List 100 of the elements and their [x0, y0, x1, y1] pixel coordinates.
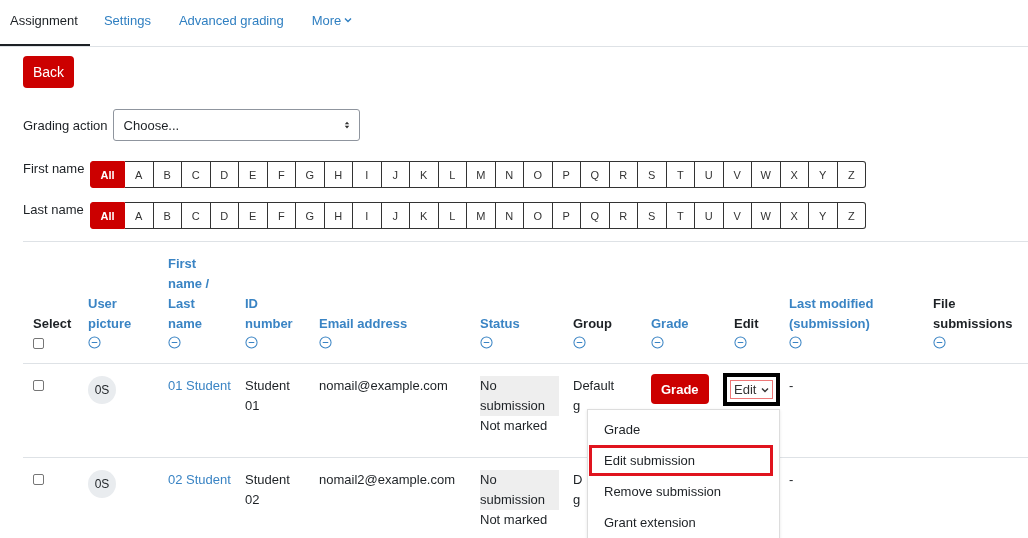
group-name: g: [573, 491, 581, 509]
initial-filter-button[interactable]: H: [324, 202, 353, 229]
row-checkbox[interactable]: [33, 380, 44, 391]
last-modified: -: [789, 378, 794, 393]
initial-filter-button[interactable]: Y: [809, 202, 838, 229]
initial-filter-button[interactable]: Z: [837, 202, 866, 229]
initial-filter-button[interactable]: Z: [837, 161, 866, 188]
column-sort-link[interactable]: Last modified (submission): [789, 294, 919, 334]
initial-filter-button[interactable]: I: [353, 202, 382, 229]
collapse-icon[interactable]: [573, 336, 586, 349]
initial-filter-button[interactable]: O: [524, 202, 553, 229]
initial-filter-button[interactable]: E: [239, 202, 268, 229]
column-sort-link[interactable]: Email address: [319, 314, 408, 334]
initial-filter-button[interactable]: I: [353, 161, 382, 188]
initial-filter-button[interactable]: D: [210, 202, 239, 229]
initial-filter-button[interactable]: S: [638, 202, 667, 229]
collapse-icon[interactable]: [88, 336, 101, 349]
initial-filter-button[interactable]: Q: [581, 161, 610, 188]
nav-tab[interactable]: Advanced grading: [164, 0, 298, 46]
student-name-link[interactable]: 02 Student: [168, 472, 231, 487]
initial-filter-button[interactable]: P: [552, 202, 581, 229]
nav-tab[interactable]: Settings: [89, 0, 165, 46]
initial-filter-button[interactable]: G: [296, 161, 325, 188]
initial-filter-button[interactable]: M: [467, 161, 496, 188]
initial-filter-button[interactable]: X: [780, 202, 809, 229]
initial-filter-button[interactable]: X: [780, 161, 809, 188]
initial-filter-button[interactable]: R: [609, 161, 638, 188]
menu-item[interactable]: Remove submission: [588, 476, 773, 507]
initial-filter-button[interactable]: U: [695, 161, 724, 188]
grade-button[interactable]: Grade: [651, 374, 709, 404]
initial-filter-button[interactable]: N: [495, 202, 524, 229]
initial-filter-button[interactable]: M: [467, 202, 496, 229]
grading-status: Not marked: [480, 417, 548, 435]
menu-item[interactable]: Edit submission: [589, 445, 773, 476]
row-checkbox[interactable]: [33, 474, 44, 485]
initial-filter-button[interactable]: U: [695, 202, 724, 229]
initial-filter-button[interactable]: All: [90, 161, 125, 188]
column-sort-link[interactable]: First name / Last name: [168, 254, 231, 334]
initial-filter-button[interactable]: L: [438, 202, 467, 229]
nav-tab[interactable]: More: [297, 0, 367, 46]
student-name-link[interactable]: 01 Student: [168, 378, 231, 393]
collapse-icon[interactable]: [319, 336, 332, 349]
collapse-icon[interactable]: [933, 336, 946, 349]
initial-filter-button[interactable]: V: [723, 202, 752, 229]
column-sort-link[interactable]: Grade: [651, 314, 689, 334]
nav-tab[interactable]: Assignment: [0, 0, 90, 46]
caret-icon: [344, 17, 353, 23]
initial-filter-button[interactable]: J: [381, 161, 410, 188]
filter-label: Last name: [23, 202, 85, 217]
collapse-icon[interactable]: [168, 336, 181, 349]
initial-filter-button[interactable]: C: [182, 161, 211, 188]
grading-status: Not marked: [480, 511, 548, 529]
column-sort-link[interactable]: Status: [480, 314, 520, 334]
initial-filter-button[interactable]: All: [90, 202, 125, 229]
collapse-icon[interactable]: [651, 336, 664, 349]
caret-icon: [761, 386, 770, 393]
initial-filter-button[interactable]: R: [609, 202, 638, 229]
initial-filter-button[interactable]: S: [638, 161, 667, 188]
initial-filter-button[interactable]: D: [210, 161, 239, 188]
user-avatar: 0S: [88, 376, 116, 404]
initial-filter-button[interactable]: B: [153, 161, 182, 188]
back-button[interactable]: Back: [23, 56, 75, 88]
select-all-checkbox[interactable]: [33, 338, 44, 349]
menu-item[interactable]: Grade: [588, 414, 773, 445]
initial-filter-button[interactable]: G: [296, 202, 325, 229]
edit-dropdown-button[interactable]: Edit: [730, 380, 774, 399]
initial-filter-button[interactable]: V: [723, 161, 752, 188]
id-number: Student 02: [245, 472, 290, 507]
initial-filter-button[interactable]: J: [381, 202, 410, 229]
collapse-icon[interactable]: [480, 336, 493, 349]
group-name: D: [573, 471, 583, 489]
menu-item[interactable]: Grant extension: [588, 507, 773, 538]
initial-filter-button[interactable]: W: [752, 202, 781, 229]
collapse-icon[interactable]: [245, 336, 258, 349]
initial-filter-button[interactable]: C: [182, 202, 211, 229]
initial-filter-button[interactable]: A: [125, 161, 154, 188]
initial-filter-button[interactable]: K: [410, 202, 439, 229]
column-sort-link[interactable]: User picture: [88, 294, 154, 334]
initial-filter-button[interactable]: B: [153, 202, 182, 229]
column-sort-link[interactable]: ID number: [245, 294, 305, 334]
initial-filter-button[interactable]: Y: [809, 161, 838, 188]
collapse-icon[interactable]: [734, 336, 747, 349]
initial-filter-button[interactable]: N: [495, 161, 524, 188]
initial-filter-button[interactable]: L: [438, 161, 467, 188]
sort-arrows-icon: [343, 120, 350, 130]
grading-action-label: Grading action: [23, 117, 108, 133]
initial-filter-button[interactable]: P: [552, 161, 581, 188]
initial-filter-button[interactable]: A: [125, 202, 154, 229]
initial-filter-button[interactable]: O: [524, 161, 553, 188]
initial-filter-button[interactable]: F: [267, 161, 296, 188]
initial-filter-button[interactable]: F: [267, 202, 296, 229]
collapse-icon[interactable]: [789, 336, 802, 349]
initial-filter-button[interactable]: K: [410, 161, 439, 188]
initial-filter-button[interactable]: H: [324, 161, 353, 188]
initial-filter-button[interactable]: T: [666, 202, 695, 229]
initial-filter-button[interactable]: W: [752, 161, 781, 188]
grading-action-select[interactable]: Choose...: [112, 109, 360, 141]
initial-filter-button[interactable]: T: [666, 161, 695, 188]
initial-filter-button[interactable]: E: [239, 161, 268, 188]
initial-filter-button[interactable]: Q: [581, 202, 610, 229]
